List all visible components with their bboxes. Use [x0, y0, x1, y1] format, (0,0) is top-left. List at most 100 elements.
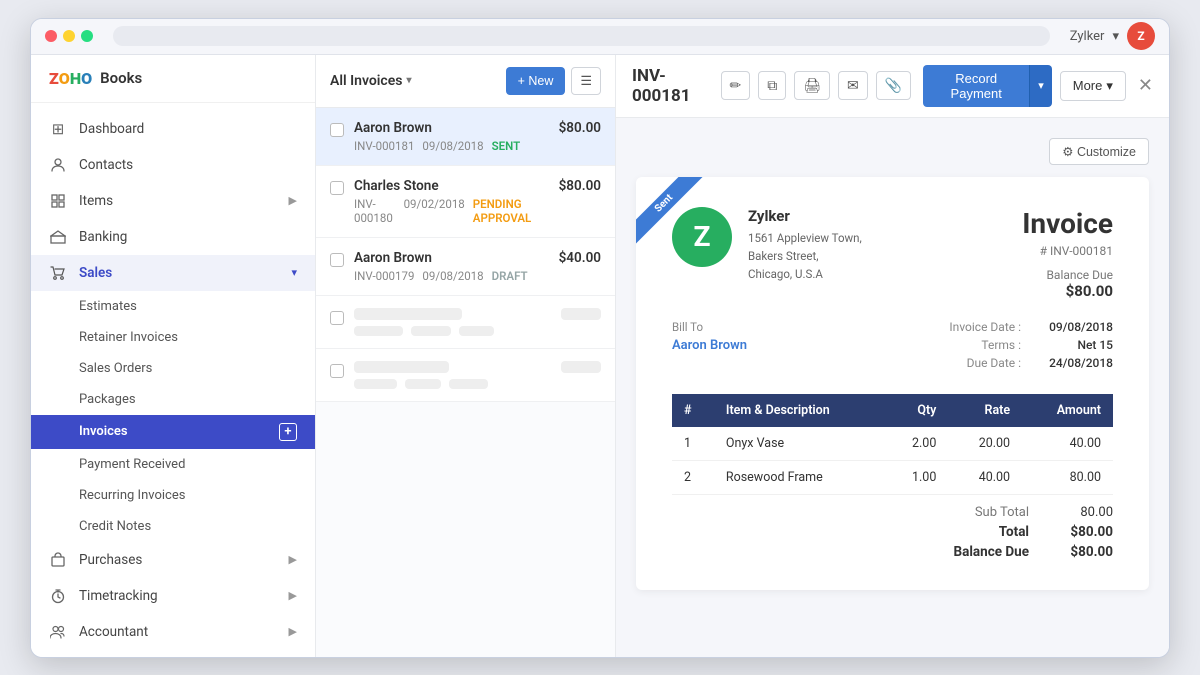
row-description: Rosewood Frame	[714, 460, 884, 494]
col-amount: Amount	[1022, 394, 1113, 427]
sidebar-item-timetracking[interactable]: Timetracking ▶	[31, 578, 315, 614]
balance-due-amount: $80.00	[1022, 282, 1113, 300]
invoice-placeholder	[316, 349, 615, 402]
table-row: 2 Rosewood Frame 1.00 40.00 80.00	[672, 460, 1113, 494]
sidebar-item-contacts[interactable]: Contacts	[31, 147, 315, 183]
invoice-customer-name: Aaron Brown	[354, 250, 549, 266]
invoice-status: SENT	[492, 139, 521, 153]
sidebar-item-accountant[interactable]: Accountant ▶	[31, 614, 315, 650]
duplicate-button[interactable]: ⧉	[758, 71, 786, 100]
url-bar[interactable]	[113, 26, 1050, 46]
logo: ZOHO Books	[49, 69, 142, 88]
balance-due-row: Balance Due $80.00	[929, 544, 1113, 560]
invoice-customer-name: Aaron Brown	[354, 120, 549, 136]
col-description: Item & Description	[714, 394, 884, 427]
print-button[interactable]: 🖨	[794, 71, 830, 100]
sidebar-item-sales-orders[interactable]: Sales Orders	[31, 353, 315, 384]
customize-bar: ⚙ Customize	[636, 138, 1149, 165]
sidebar-item-packages[interactable]: Packages	[31, 384, 315, 415]
accountant-icon	[49, 623, 67, 641]
due-date-value: 24/08/2018	[1033, 356, 1113, 370]
invoice-item[interactable]: Charles Stone INV-000180 09/02/2018 PEND…	[316, 166, 615, 238]
titlebar: Zylker ▾ Z	[31, 19, 1169, 55]
col-qty: Qty	[884, 394, 948, 427]
logo-books-text: Books	[100, 69, 142, 87]
row-description: Onyx Vase	[714, 427, 884, 461]
sidebar-item-label: Timetracking	[79, 588, 277, 604]
invoice-title-section: Invoice # INV-000181 Balance Due $80.00	[1022, 207, 1113, 300]
timetracking-icon	[49, 587, 67, 605]
invoice-checkbox[interactable]	[330, 253, 344, 267]
terms-value: Net 15	[1033, 338, 1113, 352]
edit-button[interactable]: ✏	[721, 71, 751, 100]
record-payment-caret[interactable]: ▾	[1029, 65, 1052, 107]
detail-invoice-id: INV-000181	[632, 66, 713, 106]
invoice-checkbox[interactable]	[330, 181, 344, 195]
invoice-detail-panel: INV-000181 ✏ ⧉ 🖨 ✉ 📎 Record Payment ▾ Mo…	[616, 55, 1169, 657]
invoice-item[interactable]: Aaron Brown INV-000181 09/08/2018 SENT $…	[316, 108, 615, 166]
bill-to-name: Aaron Brown	[672, 338, 747, 353]
user-caret: ▾	[1112, 29, 1119, 44]
close-button[interactable]: ✕	[1138, 75, 1153, 96]
minimize-dot[interactable]	[63, 30, 75, 42]
invoice-status: PENDING APPROVAL	[473, 197, 549, 225]
list-view-button[interactable]: ☰	[571, 67, 601, 95]
invoice-customer-name: Charles Stone	[354, 178, 549, 194]
sidebar-item-payment-received[interactable]: Payment Received	[31, 449, 315, 480]
sidebar-item-reports[interactable]: Reports	[31, 650, 315, 657]
sidebar-item-credit-notes[interactable]: Credit Notes	[31, 511, 315, 542]
invoice-date: 09/08/2018	[422, 139, 483, 153]
invoice-totals: Sub Total 80.00 Total $80.00 Balance Due…	[672, 505, 1113, 560]
invoice-id: INV-000181	[354, 139, 414, 153]
main-layout: ZOHO Books ⊞ Dashboard Contacts	[31, 55, 1169, 657]
invoice-meta: INV-000181 09/08/2018 SENT	[354, 139, 549, 153]
sidebar-item-dashboard[interactable]: ⊞ Dashboard	[31, 111, 315, 147]
bill-to-label: Bill To	[672, 320, 747, 334]
sidebar-item-label: Accountant	[79, 624, 277, 640]
new-invoice-button[interactable]: + New	[506, 67, 566, 95]
invoice-item[interactable]: Aaron Brown INV-000179 09/08/2018 DRAFT …	[316, 238, 615, 296]
invoice-id: INV-000180	[354, 197, 396, 225]
add-invoice-icon[interactable]: +	[279, 423, 297, 441]
sidebar-item-label: Dashboard	[79, 121, 297, 137]
invoice-header: Z Zylker 1561 Appleview Town, Bakers Str…	[672, 207, 1113, 300]
sidebar-item-purchases[interactable]: Purchases ▶	[31, 542, 315, 578]
close-dot[interactable]	[45, 30, 57, 42]
row-amount: 40.00	[1022, 427, 1113, 461]
attach-button[interactable]: 📎	[876, 71, 911, 100]
items-icon	[49, 192, 67, 210]
sidebar-nav: ⊞ Dashboard Contacts Items ▶	[31, 103, 315, 657]
purchases-arrow: ▶	[289, 553, 297, 566]
email-button[interactable]: ✉	[838, 71, 868, 100]
sidebar-item-recurring-invoices[interactable]: Recurring Invoices	[31, 480, 315, 511]
list-actions: + New ☰	[506, 67, 601, 95]
invoice-date: 09/08/2018	[422, 269, 483, 283]
invoice-info: Charles Stone INV-000180 09/02/2018 PEND…	[354, 178, 549, 225]
sidebar-item-label: Items	[79, 193, 277, 209]
sidebar-item-banking[interactable]: Banking	[31, 219, 315, 255]
invoice-list-panel: All Invoices ▾ + New ☰ Aaron Brown INV-0…	[316, 55, 616, 657]
items-arrow: ▶	[289, 194, 297, 207]
more-button[interactable]: More ▾	[1060, 71, 1126, 101]
more-caret-icon: ▾	[1106, 78, 1113, 94]
filter-dropdown[interactable]: All Invoices ▾	[330, 73, 411, 89]
sidebar-logo: ZOHO Books	[31, 55, 315, 103]
sidebar-item-sales[interactable]: Sales ▾	[31, 255, 315, 291]
sidebar-item-estimates[interactable]: Estimates	[31, 291, 315, 322]
row-num: 2	[672, 460, 714, 494]
sidebar-item-items[interactable]: Items ▶	[31, 183, 315, 219]
sidebar-item-retainer-invoices[interactable]: Retainer Invoices	[31, 322, 315, 353]
invoice-title: Invoice	[1022, 207, 1113, 240]
table-header-row: # Item & Description Qty Rate Amount	[672, 394, 1113, 427]
list-header: All Invoices ▾ + New ☰	[316, 55, 615, 108]
maximize-dot[interactable]	[81, 30, 93, 42]
invoice-checkbox[interactable]	[330, 123, 344, 137]
user-menu[interactable]: Zylker ▾ Z	[1070, 22, 1155, 50]
sidebar-item-invoices[interactable]: Invoices +	[31, 415, 315, 449]
customize-button[interactable]: ⚙ Customize	[1049, 138, 1149, 165]
invoice-date-key: Invoice Date :	[949, 320, 1021, 334]
sales-submenu: Estimates Retainer Invoices Sales Orders…	[31, 291, 315, 542]
record-payment-button[interactable]: Record Payment	[923, 65, 1029, 107]
invoice-amount: $80.00	[559, 120, 601, 136]
balance-label: Balance Due	[929, 544, 1029, 560]
